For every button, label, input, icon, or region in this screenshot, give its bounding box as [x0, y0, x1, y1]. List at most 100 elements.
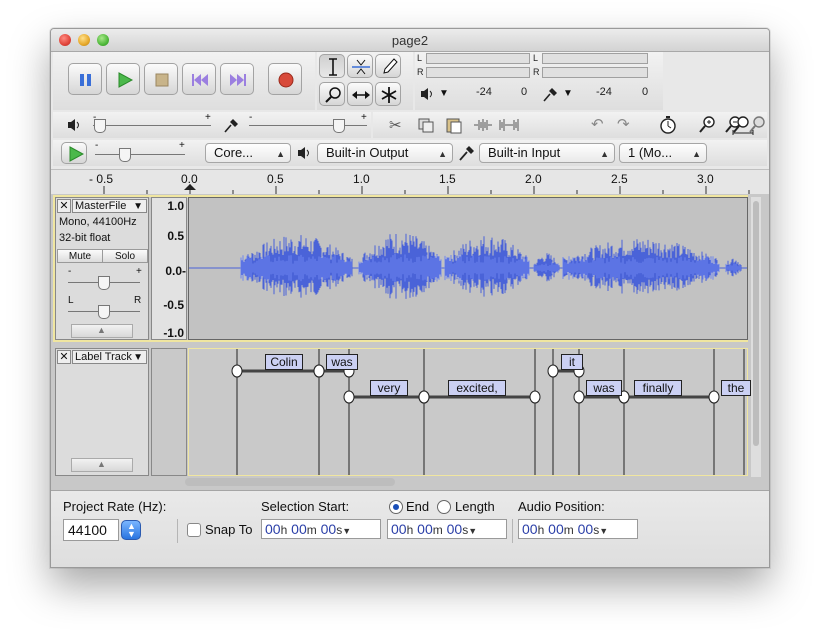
play-meter-dropdown-icon[interactable]: ▼	[439, 88, 449, 99]
ruler-tick-label: - 0.5	[89, 172, 114, 186]
label-text[interactable]: finally	[634, 380, 682, 396]
ruler-tick-label: 0.5	[267, 172, 284, 186]
skip-end-icon	[230, 74, 246, 86]
mixer-toolbar: - + - +	[53, 112, 371, 138]
sync-lock-icon[interactable]	[659, 115, 677, 135]
amplitude-ruler: 1.0 0.5 0.0- -0.5 -1.0	[151, 197, 187, 340]
redo-icon[interactable]: ↷	[617, 115, 630, 133]
audio-position-time[interactable]: 00h 00m 00s▼	[518, 519, 638, 539]
double-arrow-icon	[352, 91, 370, 99]
label-track-area[interactable]: Colin was very excited, it was finally t…	[188, 348, 751, 476]
label-text[interactable]: excited,	[448, 380, 506, 396]
waveform-area[interactable]	[188, 197, 748, 340]
stop-button[interactable]	[144, 63, 178, 95]
meter-toolbar: L R L R ▼ -24 0 ▼ -24 0	[415, 52, 663, 110]
play-meter-left-label: L	[417, 53, 423, 63]
audio-track-close-button[interactable]: ✕	[57, 199, 71, 213]
undo-icon[interactable]: ↶	[591, 115, 604, 133]
window-title: page2	[391, 33, 429, 48]
end-radio[interactable]	[389, 500, 403, 514]
i-beam-icon	[329, 58, 337, 76]
envelope-tool-button[interactable]	[347, 54, 373, 78]
output-volume-slider[interactable]	[94, 119, 106, 133]
input-channels-value: 1 (Mo...	[628, 145, 673, 160]
zoom-in-icon[interactable]	[699, 115, 717, 135]
skip-to-start-button[interactable]	[182, 63, 216, 95]
label-text[interactable]: was	[326, 354, 358, 370]
label-text[interactable]: the	[721, 380, 751, 396]
selection-start-time[interactable]: 00h 00m 00s▼	[261, 519, 381, 539]
label-track-close-button[interactable]: ✕	[57, 350, 71, 364]
play-meter-left-bar	[426, 53, 530, 64]
trim-audio-icon[interactable]	[473, 117, 493, 133]
snap-to-checkbox[interactable]	[187, 523, 201, 537]
collapse-track-button[interactable]: ▲	[71, 324, 133, 338]
selection-toolbar: Project Rate (Hz): 44100 ▲ ▼ Snap To Sel…	[51, 490, 769, 567]
audio-host-select[interactable]: Core... ▲	[205, 143, 291, 163]
label-text[interactable]: was	[586, 380, 622, 396]
record-meter-dropdown-icon[interactable]: ▼	[563, 88, 573, 99]
input-device-select[interactable]: Built-in Input ▲	[479, 143, 615, 163]
gain-slider[interactable]	[98, 276, 110, 290]
play-icon	[118, 72, 134, 88]
pan-slider[interactable]	[98, 305, 110, 319]
draw-tool-button[interactable]	[375, 54, 401, 78]
vertical-scrollbar[interactable]	[751, 197, 761, 477]
paste-icon[interactable]	[445, 116, 463, 134]
audio-track-menu-button[interactable]: MasterFile ▼	[72, 199, 147, 213]
updown-icon: ▲	[600, 149, 609, 159]
record-icon	[278, 72, 294, 88]
collapse-label-track-button[interactable]: ▲	[71, 458, 133, 472]
play-meter-tick-max: 0	[521, 86, 528, 98]
audio-track-name: MasterFile	[75, 200, 127, 212]
length-radio[interactable]	[437, 500, 451, 514]
multi-tool-button[interactable]	[375, 82, 401, 106]
vertical-scroll-thumb[interactable]	[753, 201, 759, 446]
timeline-ruler[interactable]: - 0.5 0.0 0.5 1.0 1.5 2.0 2.5 3.0	[51, 169, 769, 195]
speaker-icon	[421, 88, 432, 100]
vruler-label: 0.0-	[165, 264, 186, 278]
pause-button[interactable]	[68, 63, 102, 95]
mute-button[interactable]: Mute	[57, 249, 103, 263]
asterisk-icon	[381, 87, 397, 103]
silence-audio-icon[interactable]	[499, 117, 519, 133]
selection-tool-button[interactable]	[319, 54, 345, 78]
gain-plus-label: +	[136, 266, 142, 277]
updown-icon: ▲	[438, 149, 447, 159]
label-text[interactable]: Colin	[265, 354, 303, 370]
play-speed-slider[interactable]	[119, 148, 131, 162]
dropdown-arrow-icon: ▼	[468, 526, 478, 536]
audio-host-value: Core...	[214, 145, 254, 160]
vruler-label: -1.0	[163, 326, 184, 340]
project-rate-input[interactable]: 44100	[63, 519, 119, 541]
selection-end-time[interactable]: 00h 00m 00s▼	[387, 519, 507, 539]
project-rate-stepper[interactable]: ▲ ▼	[121, 520, 141, 540]
pan-right-label: R	[134, 295, 142, 306]
zoom-tool-button[interactable]	[319, 82, 345, 106]
audio-track-control-panel: ✕ MasterFile ▼ Mono, 44100Hz 32-bit floa…	[55, 197, 149, 340]
ruler-tick-label: 3.0	[697, 172, 714, 186]
input-channels-select[interactable]: 1 (Mo... ▲	[619, 143, 707, 163]
collapse-arrow-icon: ▲	[97, 325, 106, 335]
play-button[interactable]	[106, 63, 140, 95]
label-text[interactable]: it	[561, 354, 583, 370]
envelope-icon	[352, 59, 370, 75]
timeshift-tool-button[interactable]	[347, 82, 373, 106]
input-device-mic-icon	[459, 146, 474, 161]
input-volume-slider[interactable]	[333, 119, 345, 133]
horizontal-scroll-thumb[interactable]	[185, 478, 395, 486]
fit-project-icon[interactable]	[731, 115, 755, 135]
skip-to-end-button[interactable]	[220, 63, 254, 95]
label-text[interactable]: very	[370, 380, 408, 396]
play-at-speed-button[interactable]	[61, 142, 87, 164]
label-track-name: Label Track	[75, 351, 132, 363]
record-button[interactable]	[268, 63, 302, 95]
output-device-select[interactable]: Built-in Output ▲	[317, 143, 453, 163]
cut-icon[interactable]: ✂	[389, 116, 402, 134]
copy-icon[interactable]	[417, 117, 435, 133]
solo-button[interactable]: Solo	[102, 249, 148, 263]
label-track-control-panel: ✕ Label Track ▼ ▲	[55, 348, 149, 476]
dropdown-arrow-icon: ▼	[342, 526, 352, 536]
vruler-label: 1.0	[167, 199, 184, 213]
label-track-menu-button[interactable]: Label Track ▼	[72, 350, 147, 364]
